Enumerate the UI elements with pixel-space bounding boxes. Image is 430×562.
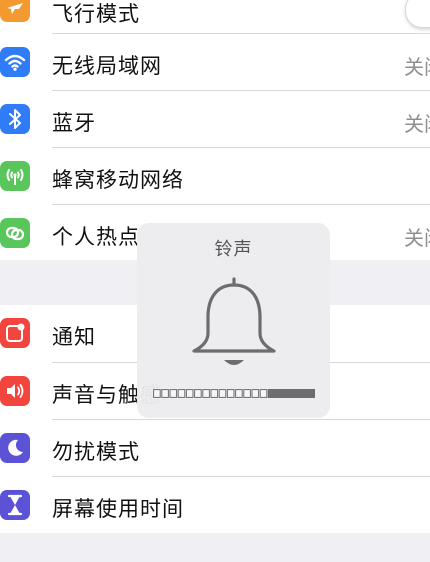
volume-segment-empty (235, 389, 243, 398)
volume-segment-empty (153, 389, 161, 398)
row-label: 勿扰模式 (52, 440, 140, 464)
row-label: 飞行模式 (52, 2, 140, 26)
volume-segment-empty (194, 389, 202, 398)
row-label: 屏幕使用时间 (52, 497, 184, 521)
settings-row-wifi[interactable]: 无线局域网 关闭 (0, 34, 430, 91)
settings-group-connectivity: 飞行模式 无线局域网 关闭 蓝牙 关闭 (0, 0, 430, 260)
moon-icon (0, 433, 30, 463)
volume-hud-title: 铃声 (214, 239, 253, 260)
speaker-icon (0, 376, 30, 406)
volume-hud: 铃声 (137, 223, 330, 418)
volume-segment-empty (210, 389, 219, 398)
row-label: 个人热点 (52, 225, 140, 249)
volume-segment-empty (243, 389, 251, 398)
hotspot-icon (0, 218, 30, 248)
settings-row-bluetooth[interactable]: 蓝牙 关闭 (0, 91, 430, 148)
bluetooth-icon (0, 104, 30, 134)
row-label: 通知 (52, 325, 96, 349)
airplane-mode-toggle[interactable] (405, 0, 430, 28)
row-label: 蜂窝移动网络 (52, 168, 184, 192)
row-value: 关闭 (404, 55, 430, 79)
volume-segment-empty (202, 389, 210, 398)
wifi-icon (0, 47, 30, 77)
volume-segment-empty (259, 389, 268, 398)
volume-level-bar (153, 389, 315, 398)
hourglass-icon (0, 490, 30, 520)
volume-segment-empty (251, 389, 260, 398)
settings-row-cellular[interactable]: 蜂窝移动网络 (0, 148, 430, 205)
settings-row-screen-time[interactable]: 屏幕使用时间 (0, 477, 430, 534)
antenna-icon (0, 161, 30, 191)
bell-icon (188, 275, 280, 371)
row-value: 关闭 (404, 226, 430, 250)
row-label: 蓝牙 (52, 111, 96, 135)
volume-segment-empty (226, 389, 235, 398)
airplane-icon (0, 0, 30, 22)
row-label: 无线局域网 (52, 54, 162, 78)
volume-segment-empty (177, 389, 186, 398)
volume-segment-empty (185, 389, 194, 398)
settings-row-airplane-mode[interactable]: 飞行模式 (0, 0, 430, 35)
volume-level-fill (267, 389, 315, 398)
row-value: 关闭 (404, 112, 430, 136)
volume-segment-empty (169, 389, 178, 398)
notification-icon (0, 318, 30, 348)
volume-segment-empty (218, 389, 227, 398)
settings-row-do-not-disturb[interactable]: 勿扰模式 (0, 420, 430, 477)
volume-segment-empty (161, 389, 169, 398)
